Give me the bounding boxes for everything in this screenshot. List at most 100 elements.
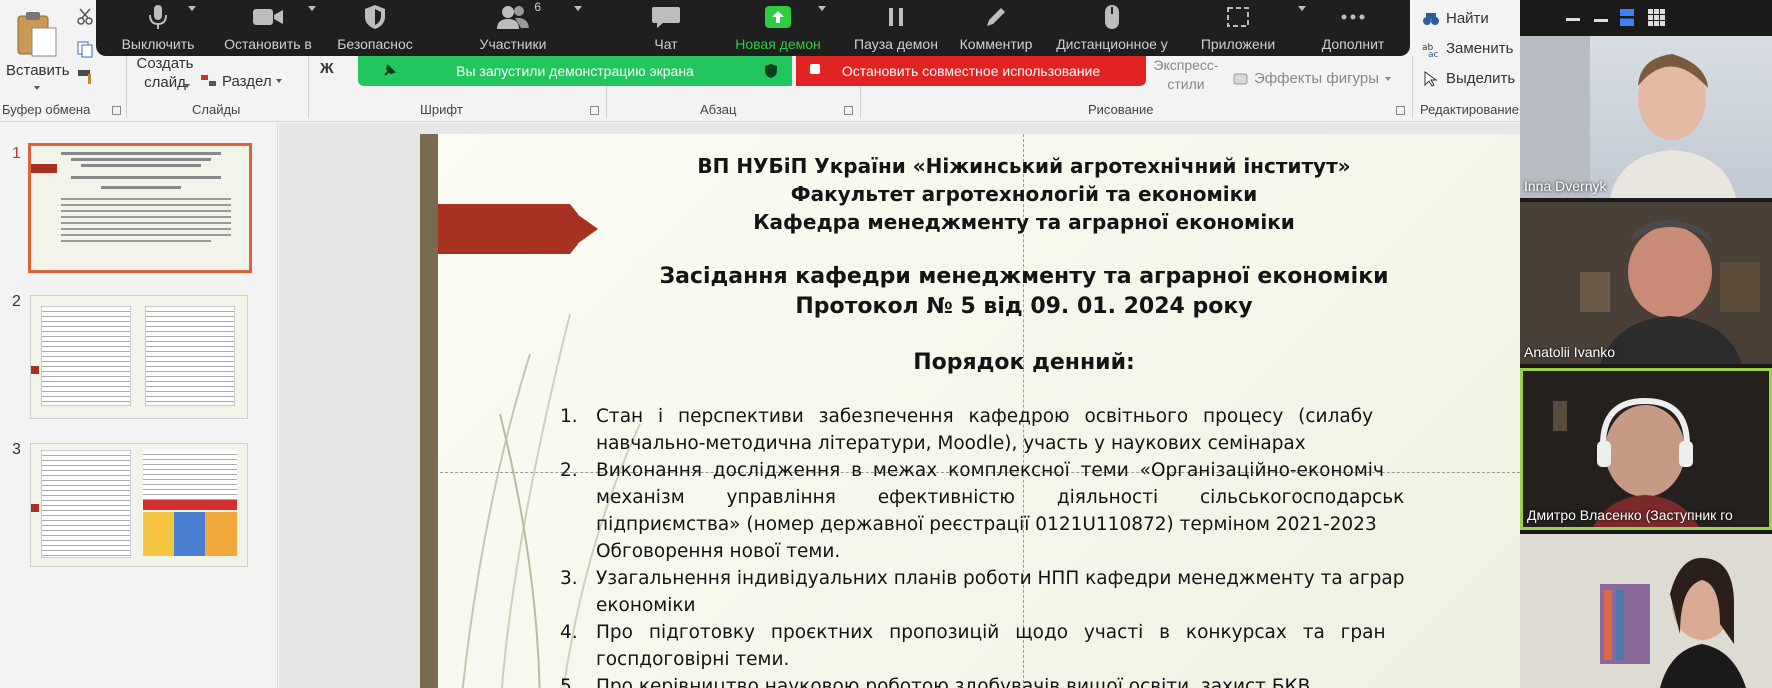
chevron-down-icon bbox=[275, 79, 282, 83]
shape-effects-button[interactable]: Эффекты фигуры bbox=[1232, 70, 1392, 87]
agenda-line: Про керівництво науковою роботою здобува… bbox=[596, 676, 1311, 688]
gallery-header bbox=[1520, 0, 1772, 36]
participant-count: 6 bbox=[534, 0, 541, 14]
agenda-number: 2. bbox=[560, 460, 578, 481]
participants-button[interactable]: 6 Участники bbox=[458, 0, 568, 56]
binoculars-icon bbox=[1423, 12, 1439, 25]
paste-button[interactable]: Вставить bbox=[4, 8, 70, 94]
agenda-number: 3. bbox=[560, 568, 578, 589]
video-camera-icon bbox=[253, 9, 283, 25]
express-styles-button[interactable]: Экспресс- стили bbox=[1150, 56, 1222, 96]
agenda-line: Виконання дослідження в межах комплексно… bbox=[596, 460, 1384, 481]
chevron-down-icon[interactable] bbox=[1298, 6, 1306, 11]
find-button[interactable]: Найти bbox=[1422, 10, 1489, 27]
faculty-title: Факультет агротехнологій та економіки bbox=[790, 182, 1258, 206]
copy-icon[interactable] bbox=[76, 40, 94, 58]
select-button[interactable]: Выделить bbox=[1422, 70, 1515, 87]
paste-label: Вставить bbox=[6, 62, 70, 79]
grid-view-icon[interactable] bbox=[1648, 9, 1666, 27]
participant-video-tile-active[interactable]: Дмитро Власенко (Заступник го bbox=[1520, 368, 1772, 530]
participant-video-tile[interactable]: Anatolii Ivanko bbox=[1520, 202, 1772, 364]
remote-control-button[interactable]: Дистанционное у bbox=[1048, 0, 1176, 56]
chevron-down-icon[interactable] bbox=[574, 6, 582, 11]
stop-video-label: Остановить в bbox=[224, 36, 312, 52]
chevron-down-icon[interactable] bbox=[308, 6, 316, 11]
agenda-number: 1. bbox=[560, 406, 578, 427]
chevron-down-icon[interactable] bbox=[818, 6, 826, 11]
security-button[interactable]: Безопаснос bbox=[332, 0, 418, 56]
remote-control-icon bbox=[1105, 5, 1119, 29]
dialog-launcher-icon[interactable] bbox=[1396, 106, 1405, 115]
participant-video-tile[interactable] bbox=[1520, 534, 1772, 688]
group-label-slides: Слайды bbox=[192, 102, 241, 117]
group-label-font: Шрифт bbox=[420, 102, 463, 117]
agenda-line: Узагальнення індивідуальних планів робот… bbox=[596, 568, 1405, 589]
slide-left-accent-bar bbox=[420, 134, 438, 688]
group-divider bbox=[1412, 56, 1413, 118]
dialog-launcher-icon[interactable] bbox=[112, 106, 121, 115]
pin-icon bbox=[384, 64, 396, 76]
participant-name: Inna Dvernyk bbox=[1524, 178, 1607, 194]
section-icon bbox=[201, 75, 216, 86]
department-title: Кафедра менеджменту та аграрної економік… bbox=[753, 210, 1295, 234]
security-label: Безопаснос bbox=[337, 36, 413, 52]
stop-share-button[interactable]: Остановить совместное использование bbox=[796, 56, 1146, 86]
chat-button[interactable]: Чат bbox=[636, 0, 696, 56]
agenda-number: 5. bbox=[560, 676, 578, 688]
participant-video-tile[interactable]: Inna Dvernyk bbox=[1520, 36, 1772, 198]
group-label-clipboard: Буфер обмена bbox=[2, 102, 91, 117]
bold-button[interactable]: Ж bbox=[320, 60, 334, 77]
dialog-launcher-icon[interactable] bbox=[590, 106, 599, 115]
participants-icon bbox=[497, 6, 529, 29]
apps-icon bbox=[1227, 7, 1249, 27]
new-slide-button[interactable]: Создать слайд bbox=[132, 54, 198, 96]
dialog-launcher-icon[interactable] bbox=[844, 106, 853, 115]
participant-video bbox=[1520, 202, 1772, 364]
shield-icon bbox=[765, 64, 777, 78]
speaker-view-icon[interactable] bbox=[1620, 9, 1634, 26]
remote-control-label: Дистанционное у bbox=[1056, 36, 1168, 52]
slide-thumbnails-pane: 1 2 3 bbox=[0, 123, 278, 688]
section-button[interactable]: Раздел bbox=[200, 70, 282, 92]
slide-thumbnail-3[interactable] bbox=[30, 443, 248, 567]
cut-icon[interactable] bbox=[76, 8, 94, 26]
replace-label: Заменить bbox=[1446, 40, 1514, 57]
replace-button[interactable]: ab ac Заменить bbox=[1422, 40, 1513, 57]
shape-effects-label: Эффекты фигуры bbox=[1254, 70, 1380, 87]
express-styles-label: Экспресс- стили bbox=[1153, 57, 1219, 92]
more-icon bbox=[1341, 14, 1365, 20]
agenda-line: Обговорення нової теми. bbox=[596, 541, 841, 562]
chevron-down-icon[interactable] bbox=[188, 6, 196, 11]
participant-video bbox=[1520, 534, 1772, 688]
meeting-title: Засідання кафедри менеджменту та аграрно… bbox=[659, 264, 1389, 289]
more-label: Дополнит bbox=[1321, 36, 1385, 52]
participant-name: Дмитро Власенко (Заступник го bbox=[1527, 507, 1733, 523]
agenda-line: підприємства» (номер державної реєстраці… bbox=[596, 514, 1377, 535]
current-slide[interactable]: ВП НУБіП України «Ніжинський агротехнічн… bbox=[420, 134, 1520, 688]
minimize-icon[interactable] bbox=[1566, 18, 1580, 21]
annotate-icon bbox=[987, 8, 1005, 26]
stop-video-button[interactable]: Остановить в bbox=[218, 0, 318, 56]
format-painter-icon[interactable] bbox=[76, 68, 96, 86]
agenda-line: Стан і перспективи забезпечення кафедрою… bbox=[596, 406, 1374, 427]
pause-icon bbox=[889, 8, 903, 26]
chat-icon bbox=[652, 7, 680, 28]
compact-view-icon[interactable] bbox=[1594, 12, 1608, 22]
more-button[interactable]: Дополнит bbox=[1308, 0, 1398, 56]
slide-thumbnail-1[interactable] bbox=[28, 143, 252, 273]
agenda-title: Порядок денний: bbox=[913, 350, 1135, 375]
pause-share-button[interactable]: Пауза демон bbox=[848, 0, 944, 56]
pause-share-label: Пауза демон bbox=[854, 36, 938, 52]
thumbnail-number: 3 bbox=[12, 441, 21, 458]
participant-video bbox=[1520, 36, 1736, 198]
annotate-button[interactable]: Комментир bbox=[948, 0, 1044, 56]
video-gallery-panel: Inna Dvernyk Anatolii Ivanko Дмитро Влас… bbox=[1520, 0, 1772, 688]
new-share-button[interactable]: Новая демон bbox=[726, 0, 830, 56]
apps-button[interactable]: Приложени bbox=[1190, 0, 1286, 56]
agenda-line: механізм управління ефективністю діяльно… bbox=[596, 487, 1405, 508]
screen-share-status-text: Вы запустили демонстрацию экрана bbox=[456, 63, 694, 79]
agenda-line: госпдоговірні теми. bbox=[596, 649, 790, 670]
group-label-editing: Редактирование bbox=[1420, 102, 1520, 117]
slide-thumbnail-2[interactable] bbox=[30, 295, 248, 419]
svg-text:ac: ac bbox=[1428, 50, 1439, 57]
